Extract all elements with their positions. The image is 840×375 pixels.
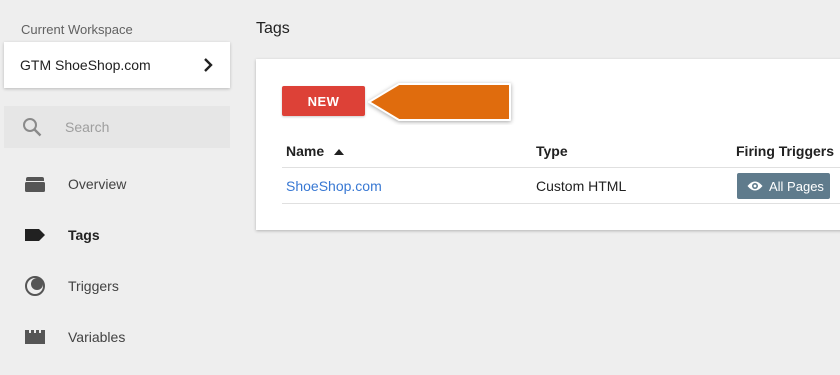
trigger-chip-label: All Pages [769, 178, 824, 194]
workspace-caption: Current Workspace [21, 22, 133, 37]
sidebar-item-label: Tags [68, 227, 100, 243]
column-header-label: Name [286, 143, 325, 159]
column-header-type[interactable]: Type [536, 143, 568, 159]
workspace-name: GTM ShoeShop.com [20, 57, 151, 73]
column-header-firing-triggers[interactable]: Firing Triggers [736, 143, 834, 159]
workspace-selector[interactable]: GTM ShoeShop.com [4, 42, 230, 88]
tag-name-link[interactable]: ShoeShop.com [286, 178, 382, 194]
eye-icon [747, 181, 763, 191]
sidebar-item-label: Overview [68, 176, 127, 192]
chevron-right-icon [202, 58, 214, 72]
search-icon [23, 118, 42, 137]
new-tag-button[interactable]: NEW [282, 86, 365, 116]
sidebar-item-label: Variables [68, 329, 126, 345]
folder-icon [24, 173, 46, 195]
sidebar-item-tags[interactable]: Tags [0, 217, 240, 253]
trigger-chip[interactable]: All Pages [737, 173, 830, 199]
search-input[interactable] [63, 118, 217, 136]
column-header-name[interactable]: Name [286, 143, 345, 159]
search-box[interactable] [4, 106, 230, 148]
header-divider [282, 167, 840, 168]
sidebar-item-triggers[interactable]: Triggers [0, 268, 240, 304]
sidebar-item-label: Triggers [68, 278, 119, 294]
annotation-arrow-icon [366, 81, 513, 123]
tags-card: NEW Name Type Firing Triggers ShoeShop.c… [256, 59, 840, 230]
sidebar-item-variables[interactable]: Variables [0, 319, 240, 355]
variables-icon [24, 326, 46, 348]
sidebar-item-overview[interactable]: Overview [0, 166, 240, 202]
tag-type: Custom HTML [536, 178, 627, 194]
tag-icon [24, 224, 46, 246]
page-title: Tags [256, 20, 290, 37]
sort-ascending-icon [334, 149, 345, 156]
trigger-icon [24, 275, 46, 297]
row-divider [282, 203, 840, 204]
